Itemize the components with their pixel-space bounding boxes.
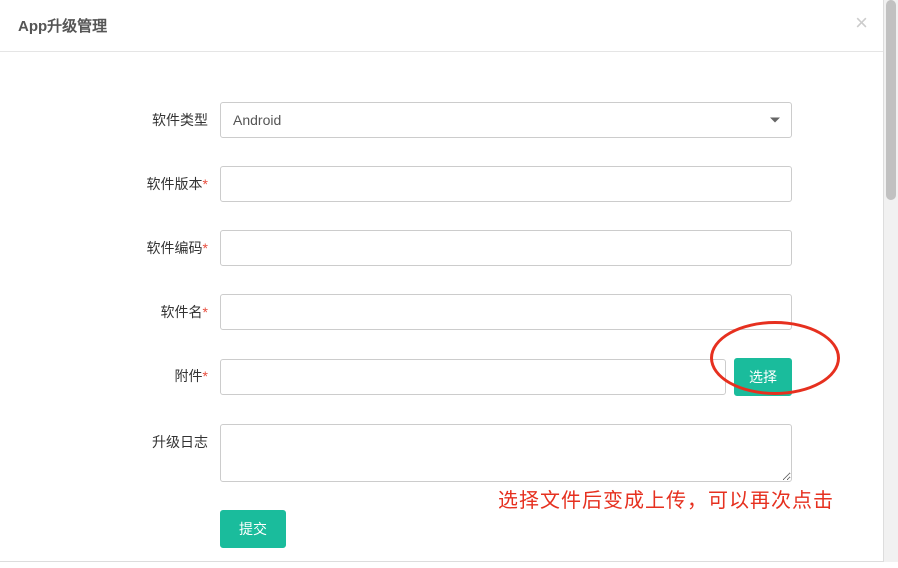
control-wrap-software-version [220,166,792,202]
control-wrap-attachment: 选择 [220,358,792,396]
submit-button[interactable]: 提交 [220,510,286,548]
attachment-input[interactable] [220,359,726,395]
submit-wrap: 提交 [220,510,286,548]
scrollbar-track[interactable] [884,0,898,562]
upgrade-log-textarea[interactable] [220,424,792,482]
label-upgrade-log: 升级日志 [20,424,220,452]
required-mark: * [203,304,208,320]
control-wrap-software-type: Android [220,102,792,138]
software-type-select[interactable]: Android [220,102,792,138]
form-row-attachment: 附件* 选择 [20,358,863,396]
label-software-type: 软件类型 [20,102,220,130]
control-wrap-software-name [220,294,792,330]
close-icon[interactable]: × [855,12,868,34]
software-code-input[interactable] [220,230,792,266]
control-wrap-upgrade-log [220,424,792,482]
form-row-software-name: 软件名* [20,294,863,330]
form-row-software-code: 软件编码* [20,230,863,266]
form-row-upgrade-log: 升级日志 [20,424,863,482]
software-version-input[interactable] [220,166,792,202]
label-software-code: 软件编码* [20,230,220,258]
submit-row: 提交 [20,510,863,548]
label-attachment: 附件* [20,358,220,386]
label-software-version: 软件版本* [20,166,220,194]
required-mark: * [203,240,208,256]
required-mark: * [203,176,208,192]
software-name-input[interactable] [220,294,792,330]
control-wrap-software-code [220,230,792,266]
scrollbar-thumb[interactable] [886,0,896,200]
modal-title: App升级管理 [18,18,107,35]
label-software-name: 软件名* [20,294,220,322]
modal-header: App升级管理 × [0,0,883,52]
required-mark: * [203,368,208,384]
select-file-button[interactable]: 选择 [734,358,792,396]
modal-container: App升级管理 × 软件类型 Android 软件版本* [0,0,884,562]
annotation-text: 选择文件后变成上传，可以再次点击 [498,484,834,513]
form-row-software-version: 软件版本* [20,166,863,202]
form-row-software-type: 软件类型 Android [20,102,863,138]
select-wrap: Android [220,102,792,138]
